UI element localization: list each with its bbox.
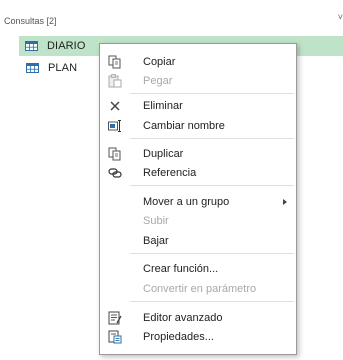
query-label: DIARIO xyxy=(47,40,86,52)
paste-icon xyxy=(108,74,122,88)
menu-item-reference[interactable]: Referencia xyxy=(100,163,296,183)
delete-icon xyxy=(108,99,122,113)
menu-separator xyxy=(130,138,294,139)
table-icon xyxy=(26,63,39,73)
menu-item-copy[interactable]: Copiar xyxy=(100,52,296,72)
menu-item-convert-to-parameter[interactable]: Convertir en parámetro xyxy=(100,279,296,299)
menu-item-label: Copiar xyxy=(143,56,176,68)
menu-item-delete[interactable]: Eliminar xyxy=(100,96,296,116)
menu-item-advanced-editor[interactable]: Editor avanzado xyxy=(100,308,296,328)
menu-separator xyxy=(130,185,294,186)
menu-item-label: Crear función... xyxy=(143,263,219,275)
advanced-editor-icon xyxy=(108,311,122,325)
menu-item-label: Propiedades... xyxy=(143,331,214,343)
menu-item-move-down[interactable]: Bajar xyxy=(100,231,296,251)
context-menu: Copiar Pegar Eliminar Cambiar nombre Dup… xyxy=(99,43,297,355)
menu-item-duplicate[interactable]: Duplicar xyxy=(100,144,296,164)
properties-icon xyxy=(108,330,122,344)
submenu-arrow-icon xyxy=(283,199,287,205)
menu-separator xyxy=(130,93,294,94)
query-item-plan[interactable]: PLAN xyxy=(20,58,77,78)
duplicate-icon xyxy=(108,147,122,161)
menu-item-label: Convertir en parámetro xyxy=(143,283,257,295)
copy-icon xyxy=(108,55,122,69)
menu-item-label: Cambiar nombre xyxy=(143,120,225,132)
menu-item-label: Duplicar xyxy=(143,148,184,160)
menu-item-label: Referencia xyxy=(143,167,197,179)
menu-separator xyxy=(130,301,294,302)
menu-item-create-function[interactable]: Crear función... xyxy=(100,259,296,279)
collapse-arrow-icon[interactable]: ˅ xyxy=(338,12,343,22)
menu-item-label: Subir xyxy=(143,215,169,227)
queries-pane-header: Consultas [2] xyxy=(4,16,57,26)
menu-item-label: Eliminar xyxy=(143,100,183,112)
menu-item-paste[interactable]: Pegar xyxy=(100,71,296,91)
rename-icon xyxy=(108,119,122,133)
reference-icon xyxy=(108,166,122,180)
menu-item-label: Pegar xyxy=(143,75,173,87)
menu-item-label: Editor avanzado xyxy=(143,312,223,324)
menu-item-rename[interactable]: Cambiar nombre xyxy=(100,116,296,136)
menu-item-properties[interactable]: Propiedades... xyxy=(100,327,296,347)
menu-item-label: Mover a un grupo xyxy=(143,196,230,208)
menu-item-label: Bajar xyxy=(143,235,169,247)
menu-item-move-to-group[interactable]: Mover a un grupo xyxy=(100,192,296,212)
table-icon xyxy=(25,41,38,51)
query-label: PLAN xyxy=(48,62,78,74)
menu-item-move-up[interactable]: Subir xyxy=(100,211,296,231)
menu-separator xyxy=(130,253,294,254)
